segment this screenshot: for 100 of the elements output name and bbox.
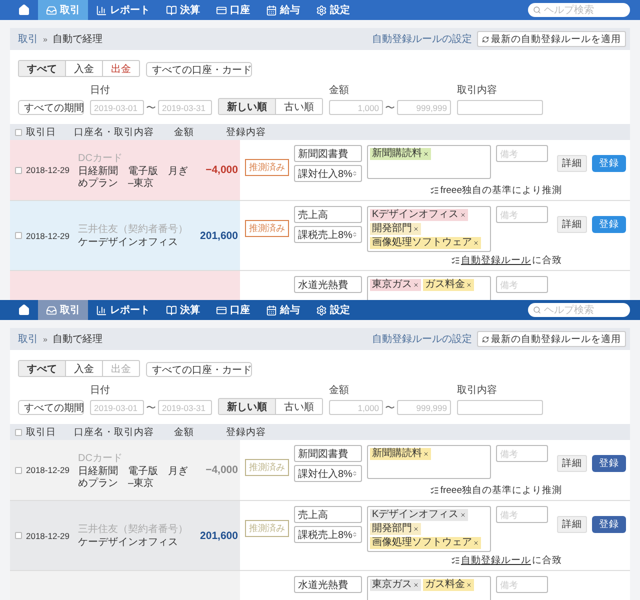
remove-icon[interactable]	[423, 151, 429, 157]
period-select[interactable]: すべての期間	[18, 400, 84, 415]
tag[interactable]: 東京ガス	[370, 279, 421, 291]
account-category-field[interactable]: 売上高	[294, 206, 362, 223]
remove-icon[interactable]	[466, 282, 472, 288]
tag[interactable]: 新聞購読料	[370, 448, 431, 460]
tag[interactable]: 東京ガス	[370, 579, 421, 591]
row-checkbox[interactable]	[14, 466, 22, 474]
row-checkbox[interactable]	[14, 166, 22, 174]
tag[interactable]: ガス料金	[423, 279, 474, 291]
sort-tab[interactable]: 新しい順	[219, 399, 276, 414]
remove-icon[interactable]	[473, 240, 479, 246]
status-label: 推測済み	[245, 459, 289, 476]
date-to-field[interactable]: 2019-03-31	[158, 100, 212, 115]
account-name: DCカード	[78, 152, 124, 164]
date-to-field[interactable]: 2019-03-31	[158, 400, 212, 415]
nav-tab[interactable]: レポート	[88, 0, 158, 20]
column-header: 登録内容	[226, 426, 267, 438]
rule-settings-link[interactable]: 自動登録ルールの設定	[372, 332, 472, 346]
tag[interactable]: 開発部門	[370, 223, 421, 235]
breadcrumb-link[interactable]: 取引	[18, 32, 38, 46]
account-select[interactable]: すべての口座・カード	[146, 362, 252, 377]
remove-icon[interactable]	[460, 512, 466, 518]
detail-button[interactable]: 詳細	[557, 516, 587, 533]
select-all-checkbox[interactable]	[14, 428, 22, 436]
tag[interactable]: 画像処理ソフトウェア	[370, 537, 481, 549]
list-check-icon	[451, 256, 460, 265]
account-category-field[interactable]: 新聞図書費	[294, 445, 362, 462]
detail-button[interactable]: 詳細	[557, 216, 587, 233]
tag[interactable]: Kデザインオフィス	[370, 209, 468, 221]
nav-tab[interactable]: 給与	[258, 0, 308, 20]
date-from-field[interactable]: 2019-03-01	[90, 100, 144, 115]
account-category-field[interactable]: 水道光熱費	[294, 576, 362, 593]
date-label: 日付	[90, 384, 111, 397]
register-button[interactable]: 登録	[592, 455, 626, 472]
tax-select[interactable]: 課税売上8%	[294, 526, 362, 543]
transaction-description: ケーデザインオフィス	[78, 237, 179, 249]
nav-tab[interactable]: 口座	[208, 0, 258, 20]
tags-field[interactable]: Kデザインオフィス 開発部門 画像処理ソフトウェア	[367, 506, 491, 552]
register-button[interactable]: 登録	[592, 516, 626, 533]
type-filter-tab[interactable]: すべて	[19, 61, 66, 76]
nav-tab[interactable]: レポート	[88, 300, 158, 320]
account-select[interactable]: すべての口座・カード	[146, 62, 252, 77]
remove-icon[interactable]	[413, 526, 419, 532]
breadcrumb-link[interactable]: 取引	[18, 332, 38, 346]
nav-tab[interactable]: 設定	[308, 0, 358, 20]
row-checkbox[interactable]	[14, 532, 22, 539]
nav-tab[interactable]: 決算	[158, 0, 208, 20]
tags-field[interactable]: Kデザインオフィス 開発部門 画像処理ソフトウェア	[367, 206, 491, 252]
tag[interactable]: Kデザインオフィス	[370, 509, 468, 521]
rule-link[interactable]: 自動登録ルール	[461, 254, 531, 267]
row-checkbox[interactable]	[14, 232, 22, 239]
type-filter-tab[interactable]: すべて	[19, 361, 66, 376]
refresh-icon	[482, 36, 489, 42]
list-check-icon	[430, 186, 440, 195]
remove-icon[interactable]	[413, 282, 419, 288]
content-field[interactable]	[457, 400, 543, 415]
remove-icon[interactable]	[473, 540, 479, 546]
amount-min-field[interactable]: 1,000	[329, 400, 383, 415]
nav-tab[interactable]: 設定	[308, 300, 358, 320]
inference-note: freee独自の基準により推測	[440, 484, 562, 497]
select-caret-icon	[352, 470, 358, 477]
nav-tab[interactable]: 口座	[208, 300, 258, 320]
nav-tab[interactable]: 決算	[158, 300, 208, 320]
tag[interactable]: 開発部門	[370, 523, 421, 535]
select-caret-icon	[352, 231, 358, 238]
amount-max-field[interactable]: 999,999	[397, 100, 451, 115]
tags-field[interactable]: 新聞購読料	[367, 145, 491, 179]
amount-min-field[interactable]: 1,000	[329, 100, 383, 115]
nav-tab[interactable]: 給与	[258, 300, 308, 320]
remove-icon[interactable]	[413, 582, 419, 588]
remove-icon[interactable]	[423, 451, 429, 457]
tax-select[interactable]: 課税売上8%	[294, 226, 362, 243]
account-category-field[interactable]: 新聞図書費	[294, 145, 362, 162]
rule-settings-link[interactable]: 自動登録ルールの設定	[372, 32, 472, 46]
remove-icon[interactable]	[460, 212, 466, 218]
tag[interactable]: 新聞購読料	[370, 148, 431, 160]
rule-link[interactable]: 自動登録ルール	[461, 554, 531, 567]
amount-max-field[interactable]: 999,999	[397, 400, 451, 415]
detail-button[interactable]: 詳細	[557, 455, 587, 472]
breadcrumb-separator: »	[43, 34, 48, 44]
account-category-field[interactable]: 水道光熱費	[294, 276, 362, 293]
account-category-field[interactable]: 売上高	[294, 506, 362, 523]
tag[interactable]: ガス料金	[423, 579, 474, 591]
select-all-checkbox[interactable]	[14, 128, 22, 136]
tags-field[interactable]: 東京ガス ガス料金	[367, 576, 491, 600]
tax-select[interactable]: 課対仕入8%	[294, 165, 362, 182]
period-select[interactable]: すべての期間	[18, 100, 84, 115]
apply-rules-button[interactable]: 最新の自動登録ルールを適用	[477, 31, 626, 47]
sort-tab[interactable]: 新しい順	[219, 99, 276, 114]
remove-icon[interactable]	[466, 582, 472, 588]
tags-field[interactable]: 新聞購読料	[367, 445, 491, 479]
apply-rules-button[interactable]: 最新の自動登録ルールを適用	[477, 331, 626, 347]
content-label: 取引内容	[457, 84, 498, 97]
remove-icon[interactable]	[413, 226, 419, 232]
detail-button[interactable]: 詳細	[557, 155, 587, 172]
tax-select[interactable]: 課対仕入8%	[294, 465, 362, 482]
tag[interactable]: 画像処理ソフトウェア	[370, 237, 481, 249]
date-from-field[interactable]: 2019-03-01	[90, 400, 144, 415]
content-field[interactable]	[457, 100, 543, 115]
